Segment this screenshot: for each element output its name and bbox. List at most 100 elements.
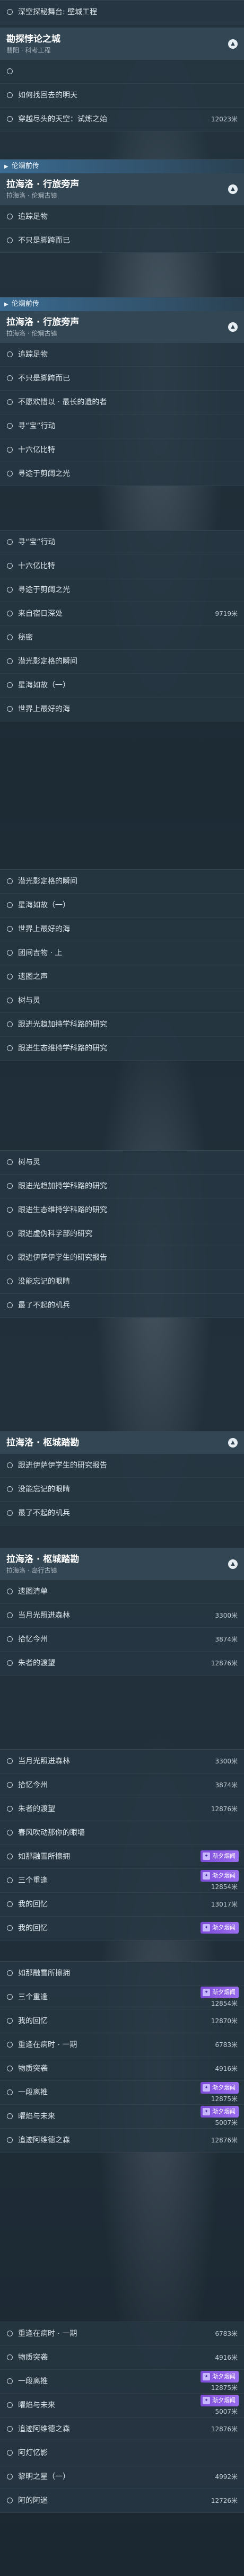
quest-row[interactable]: 跟进生态维持学科路的研究 — [0, 1198, 244, 1222]
quest-row[interactable]: 如那融雪所擦拥 — [0, 1962, 244, 1986]
quest-row[interactable]: 寻途于剪阔之光 — [0, 578, 244, 602]
quest-row[interactable]: 一段离推 ✦ 渐夕烟闻 12875米 — [0, 2370, 244, 2394]
quest-label: 跟进伊萨伊学生的研究报告 — [18, 1461, 107, 1470]
radio-icon — [7, 2474, 13, 2480]
quest-row[interactable]: 来自宿日深处 9719米 — [0, 602, 244, 626]
quest-row[interactable]: 跟进虚伪科学部的研究 — [0, 1222, 244, 1246]
quest-row[interactable]: 不愿欢惜以 · 最长的遗的者 — [0, 391, 244, 414]
quest-row[interactable]: 星海如故（一） — [0, 894, 244, 918]
quest-row[interactable]: 重逢在病时 · 一期 6783米 — [0, 2033, 244, 2057]
quest-label: 追踪足物 — [18, 350, 48, 359]
quest-row[interactable]: 深空探秘舞台: 壁城工程 — [0, 1, 244, 24]
quest-row[interactable]: 我的回忆 ✦ 渐夕烟闻 — [0, 1917, 244, 1940]
quest-row[interactable]: 物质突袭 4916米 — [0, 2346, 244, 2370]
radio-icon — [7, 2354, 13, 2360]
quest-header[interactable]: 勘探悖论之城 翡阳 · 科考工程 ▲ — [0, 28, 244, 60]
quest-row[interactable]: 阿灯忆影 — [0, 2441, 244, 2465]
radio-icon — [7, 2018, 13, 2024]
quest-row[interactable]: 最了不起的机兵 — [0, 1502, 244, 1525]
category-tag[interactable]: ▶ 伦斓前传 — [0, 160, 244, 173]
quest-title: 勘探悖论之城 — [6, 34, 60, 45]
quest-header[interactable]: 拉海洛 · 枢城踏勘 拉海洛 · 岛行古镇 ▲ — [0, 1548, 244, 1580]
quest-row[interactable]: 朱者的渡望 12876米 — [0, 1797, 244, 1821]
quest-row[interactable]: 跟进光趋加持学科路的研究 — [0, 1175, 244, 1198]
quest-row[interactable]: 一段离推 ✦ 渐夕烟闻 12875米 — [0, 2081, 244, 2105]
quest-row[interactable]: 世界上最好的海 — [0, 918, 244, 941]
quest-row[interactable]: 追踪足物 — [0, 205, 244, 229]
quest-row[interactable]: 我的回忆 13017米 — [0, 1893, 244, 1917]
quest-row[interactable]: 追迹阿维德之森 12876米 — [0, 2418, 244, 2441]
quest-row[interactable]: 十六亿比特 — [0, 554, 244, 578]
radio-icon — [7, 1660, 13, 1666]
quest-row[interactable]: 遗图之声 — [0, 965, 244, 989]
quest-row[interactable]: 当月光照进森林 3300米 — [0, 1750, 244, 1774]
quest-row[interactable] — [0, 60, 244, 84]
quest-row[interactable]: 遗图清单 — [0, 1580, 244, 1604]
quest-row[interactable]: 星海如故（一） — [0, 674, 244, 698]
collapse-icon[interactable]: ▲ — [228, 1438, 238, 1448]
distance-label: 4916米 — [215, 2065, 238, 2072]
quest-row[interactable]: 跟进光趋加持学科路的研究 — [0, 1013, 244, 1037]
quest-row[interactable]: 树与灵 — [0, 1151, 244, 1175]
quest-row[interactable]: 寻“宝”行动 — [0, 414, 244, 438]
quest-row[interactable]: 秘密 — [0, 626, 244, 650]
radio-icon — [7, 1486, 13, 1492]
radio-icon — [7, 1255, 13, 1260]
quest-panel-8: 拉海洛 · 枢城踏勘 拉海洛 · 岛行古镇 ▲ 遗图清单 当月光照进森林 3300… — [0, 1548, 244, 1675]
quest-header[interactable]: 拉海洛 · 枢城踏勘 ▲ — [0, 1432, 244, 1454]
quest-row[interactable]: 重逢在病时 · 一期 6783米 — [0, 2322, 244, 2346]
quest-row[interactable]: 三个重逢 ✦ 渐夕烟闻 12854米 — [0, 1869, 244, 1893]
quest-label: 遗图清单 — [18, 1587, 48, 1596]
quest-row[interactable]: 当月光照进森林 3300米 — [0, 1604, 244, 1628]
collapse-icon[interactable]: ▲ — [228, 322, 238, 332]
quest-row[interactable]: 阿的阿迷 12726米 — [0, 2489, 244, 2513]
quest-row[interactable]: 追迹阿维德之森 12876米 — [0, 2129, 244, 2152]
quest-row[interactable]: 如何找回去的明天 — [0, 84, 244, 108]
radio-icon — [7, 2402, 13, 2408]
quest-row[interactable]: 寻途于剪阔之光 — [0, 462, 244, 486]
quest-row[interactable]: 没能忘记的眼睛 — [0, 1270, 244, 1294]
quest-row[interactable]: 没能忘记的眼睛 — [0, 1478, 244, 1502]
quest-row[interactable]: 十六亿比特 — [0, 438, 244, 462]
quest-row[interactable]: 拾忆今州 3874米 — [0, 1628, 244, 1652]
quest-row[interactable]: 潜光影定格的瞬间 — [0, 650, 244, 674]
distance-label: 3874米 — [215, 1636, 238, 1643]
quest-row[interactable]: 跟进伊萨伊学生的研究报告 — [0, 1454, 244, 1478]
quest-row[interactable]: 朱者的渡望 12876米 — [0, 1652, 244, 1675]
quest-row[interactable]: 树与灵 — [0, 989, 244, 1013]
quest-row[interactable]: 如那融雪所擦拥 ✦ 渐夕烟闻 — [0, 1845, 244, 1869]
distance-label: 12023米 — [211, 116, 238, 123]
quest-row[interactable]: 寻“宝”行动 — [0, 531, 244, 554]
quest-label: 物质突袭 — [18, 2353, 48, 2362]
quest-header[interactable]: 拉海洛 · 行旅旁声 拉海洛 · 伦斓古镇 ▲ — [0, 311, 244, 343]
quest-row[interactable]: 我的回忆 12870米 — [0, 2009, 244, 2033]
quest-row[interactable]: 物质突袭 4916米 — [0, 2057, 244, 2081]
quest-row[interactable]: 曜焰与未来 ✦ 渐夕烟闻 5007米 — [0, 2105, 244, 2129]
quest-row[interactable]: 团间吉物 · 上 — [0, 941, 244, 965]
radio-icon — [7, 1612, 13, 1618]
quest-row[interactable]: 跟进伊萨伊学生的研究报告 — [0, 1246, 244, 1270]
quest-row[interactable]: 曜焰与未来 ✦ 渐夕烟闻 5007米 — [0, 2394, 244, 2418]
quest-row[interactable]: 潜光影定格的瞬间 — [0, 870, 244, 894]
quest-row[interactable]: 黎明之星（一） 4992米 — [0, 2465, 244, 2489]
quest-label: 如那融雪所擦拥 — [18, 1969, 70, 1978]
radio-icon — [7, 351, 13, 357]
category-tag[interactable]: ▶ 伦斓前传 — [0, 297, 244, 311]
collapse-icon[interactable]: ▲ — [228, 184, 238, 194]
collapse-icon[interactable]: ▲ — [228, 1559, 238, 1569]
quest-row[interactable]: 穿越尽头的天空：试炼之始 12023米 — [0, 108, 244, 131]
collapse-icon[interactable]: ▲ — [228, 39, 238, 49]
quest-row[interactable]: 三个重逢 ✦ 渐夕烟闻 12854米 — [0, 1986, 244, 2009]
quest-row[interactable]: 不只是脚跨而已 — [0, 229, 244, 253]
quest-row[interactable]: 不只是脚跨而已 — [0, 367, 244, 391]
quest-row[interactable]: 拾忆今州 3874米 — [0, 1774, 244, 1797]
quest-row[interactable]: 跟进生态维持学科路的研究 — [0, 1037, 244, 1061]
radio-icon — [7, 1589, 13, 1594]
quest-row[interactable]: 追踪足物 — [0, 343, 244, 367]
quest-row[interactable]: 世界上最好的海 — [0, 698, 244, 721]
quest-header[interactable]: 拉海洛 · 行旅旁声 拉海洛 · 伦斓古镇 ▲ — [0, 173, 244, 205]
quest-row[interactable]: 最了不起的机兵 — [0, 1294, 244, 1318]
quest-title: 拉海洛 · 行旅旁声 — [6, 179, 80, 190]
quest-label: 星海如故（一） — [18, 901, 70, 910]
quest-row[interactable]: 春风吹动那你的眼墙 — [0, 1821, 244, 1845]
